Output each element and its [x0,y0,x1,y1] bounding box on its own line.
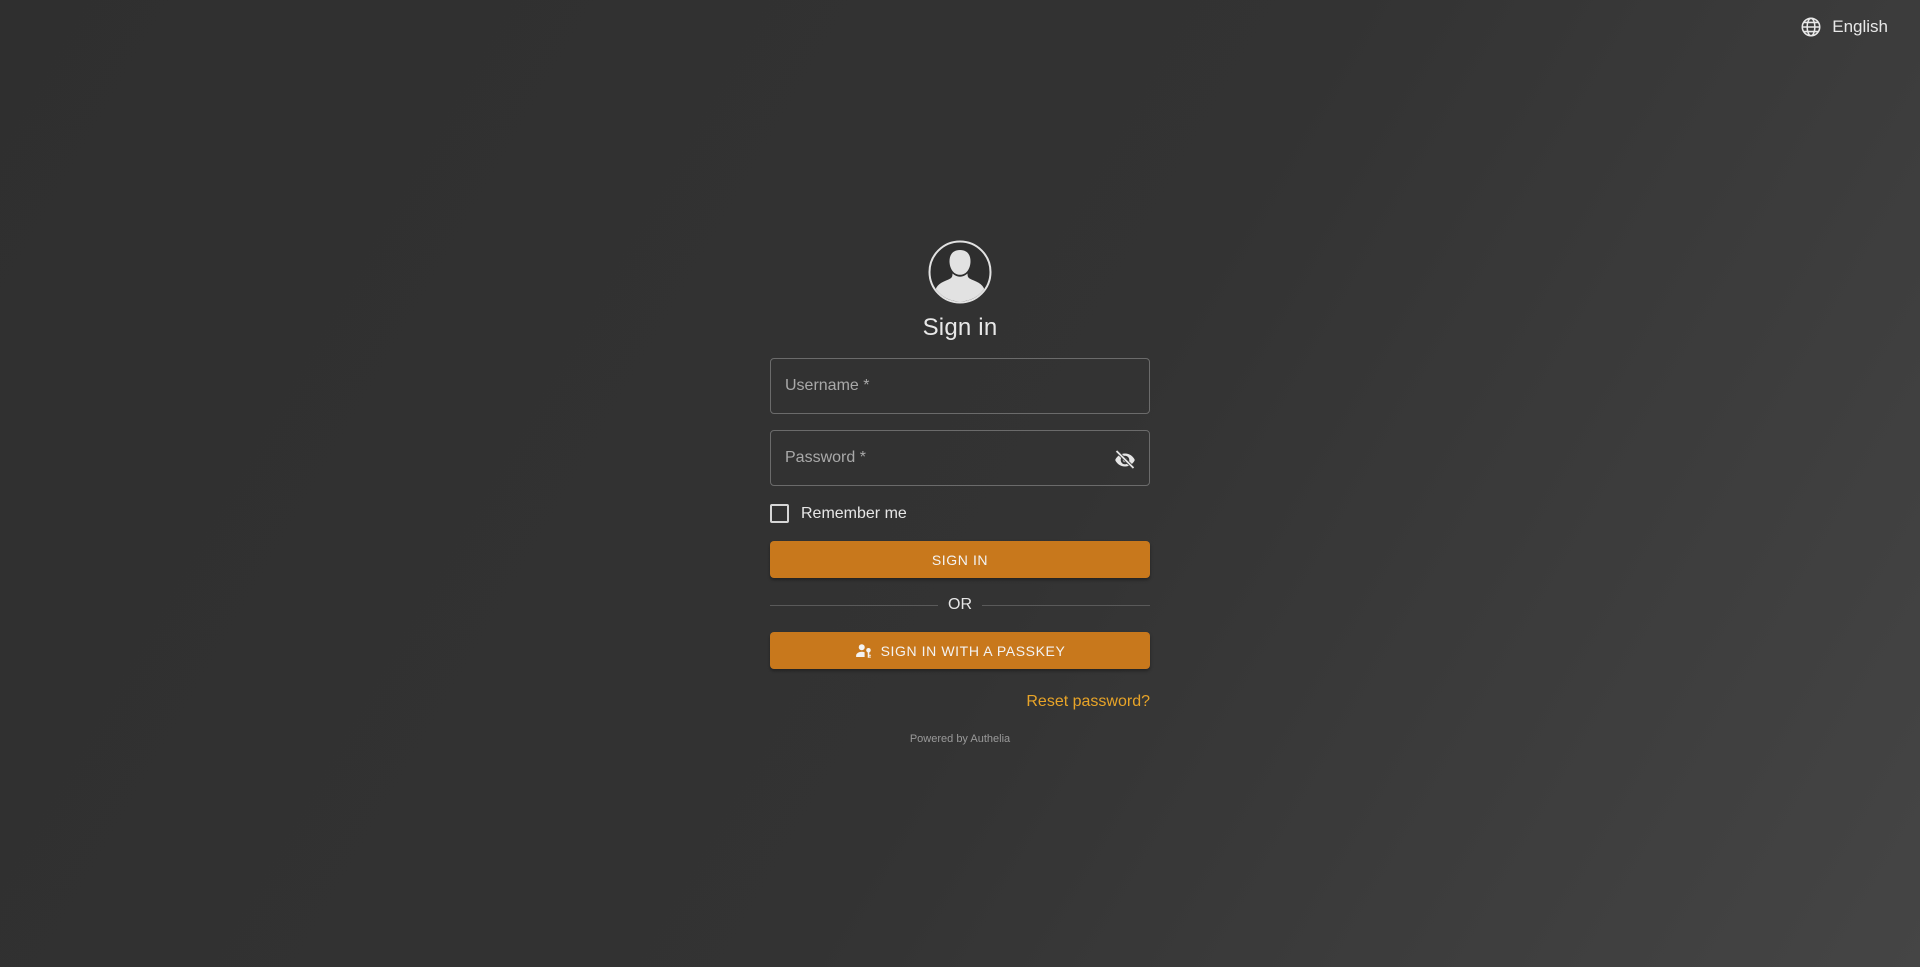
language-label: English [1832,17,1888,36]
user-avatar-icon [928,240,992,304]
or-divider: OR [770,596,1150,614]
remember-me-checkbox[interactable] [770,504,789,523]
login-card: Sign in Remember me SIGN IN OR [770,240,1150,745]
passkey-button-label: SIGN IN WITH A PASSKEY [880,642,1066,659]
username-field-container [770,358,1150,414]
password-field-container [770,430,1150,486]
user-key-icon [855,642,873,660]
reset-password-link[interactable]: Reset password? [770,693,1150,711]
sign-in-button[interactable]: SIGN IN [770,541,1150,578]
remember-me-row: Remember me [770,504,1150,523]
divider-line-right [982,604,1150,606]
globe-icon [1800,16,1822,38]
remember-me-label[interactable]: Remember me [801,505,907,523]
powered-by-text: Powered by Authelia [909,733,1011,745]
divider-label: OR [948,596,972,613]
page-title: Sign in [922,314,998,341]
language-selector[interactable]: English [1800,16,1888,38]
divider-line-left [770,604,938,606]
password-input[interactable] [771,431,1149,485]
sign-in-button-label: SIGN IN [931,551,989,568]
sign-in-passkey-button[interactable]: SIGN IN WITH A PASSKEY [770,632,1150,669]
eye-off-icon[interactable] [1113,447,1137,471]
username-input[interactable] [771,359,1149,413]
